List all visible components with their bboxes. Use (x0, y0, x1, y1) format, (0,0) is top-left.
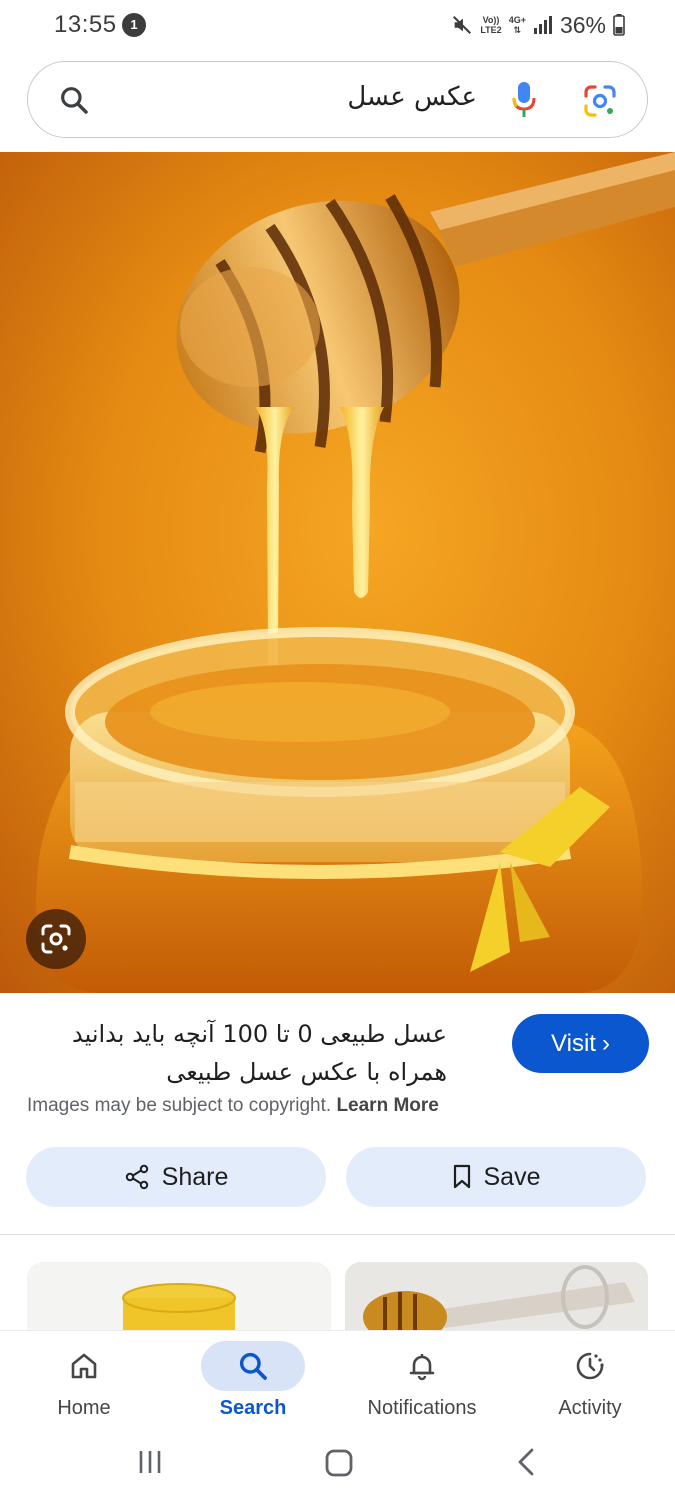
back-icon[interactable] (512, 1447, 542, 1477)
copyright-notice: Images may be subject to copyright. Lear… (27, 1095, 439, 1117)
activity-icon-container (538, 1341, 642, 1391)
nav-activity-label: Activity (558, 1397, 622, 1419)
home-icon (71, 1353, 97, 1379)
battery-icon (613, 14, 625, 36)
bookmark-icon (453, 1164, 470, 1189)
result-title[interactable]: عسل طبیعی 0 تا 100 آنچه باید بدانید همرا… (27, 1015, 447, 1091)
nav-notifications-label: Notifications (367, 1397, 477, 1419)
activity-icon (576, 1352, 604, 1380)
network-label: Vo)) LTE2 (480, 15, 501, 35)
chevron-right-icon: › (601, 1029, 610, 1057)
bottom-navigation: Home Search Notifications Activity (0, 1330, 675, 1435)
nav-search[interactable]: Search (173, 1331, 333, 1436)
share-label: Share (161, 1162, 229, 1191)
notification-count-badge: 1 (122, 13, 146, 37)
copyright-text: Images may be subject to copyright. (27, 1095, 332, 1116)
save-button[interactable]: Save (346, 1147, 646, 1207)
nav-home[interactable]: Home (4, 1331, 164, 1436)
nav-search-label: Search (219, 1397, 287, 1419)
search-icon[interactable] (58, 84, 90, 116)
share-icon (125, 1164, 148, 1190)
honey-dipper-thumbnail (345, 1262, 648, 1332)
search-bar[interactable]: عکس عسل (27, 61, 648, 138)
nav-notifications[interactable]: Notifications (342, 1331, 502, 1436)
lens-camera-icon (41, 924, 71, 954)
search-input[interactable]: عکس عسل (347, 82, 477, 112)
data-arrows-icon: ⇅ (513, 25, 522, 35)
honey-photo (0, 152, 675, 993)
honey-jar-thumbnail (122, 1283, 236, 1332)
share-button[interactable]: Share (26, 1147, 326, 1207)
status-time: 13:55 (54, 11, 117, 38)
visit-button-label: Visit (551, 1029, 596, 1057)
related-image-thumbnail[interactable] (345, 1262, 648, 1332)
data-type-indicator: 4G+ ⇅ (509, 15, 526, 35)
home-icon-container (32, 1341, 136, 1391)
learn-more-link[interactable]: Learn More (336, 1095, 438, 1116)
bell-icon-container (370, 1341, 474, 1391)
related-image-thumbnail[interactable] (27, 1262, 331, 1332)
volte-label: Vo)) (482, 15, 500, 25)
visit-button[interactable]: Visit › (512, 1014, 649, 1073)
bell-icon (409, 1354, 435, 1381)
mic-icon[interactable] (511, 81, 537, 119)
recent-apps-icon[interactable] (135, 1447, 165, 1477)
system-navigation-bar (0, 1435, 675, 1500)
search-icon (239, 1352, 267, 1380)
battery-percent: 36% (559, 11, 606, 38)
lens-search-image-button[interactable] (26, 909, 86, 969)
data-type-label: 4G+ (508, 15, 526, 25)
status-bar: 13:55 1 Vo)) LTE2 4G+ ⇅ 36% (0, 0, 675, 50)
status-icons: Vo)) LTE2 4G+ ⇅ 36% (451, 10, 625, 40)
lte-label: LTE2 (480, 25, 502, 35)
mute-icon (453, 16, 472, 34)
nav-activity[interactable]: Activity (510, 1331, 670, 1436)
search-icon-container (201, 1341, 305, 1391)
divider (0, 1234, 675, 1235)
result-image[interactable] (0, 152, 675, 993)
nav-home-label: Home (57, 1397, 111, 1419)
google-lens-icon[interactable] (583, 84, 617, 118)
save-label: Save (483, 1162, 541, 1191)
home-button-icon[interactable] (323, 1447, 355, 1479)
signal-icon (533, 16, 552, 34)
